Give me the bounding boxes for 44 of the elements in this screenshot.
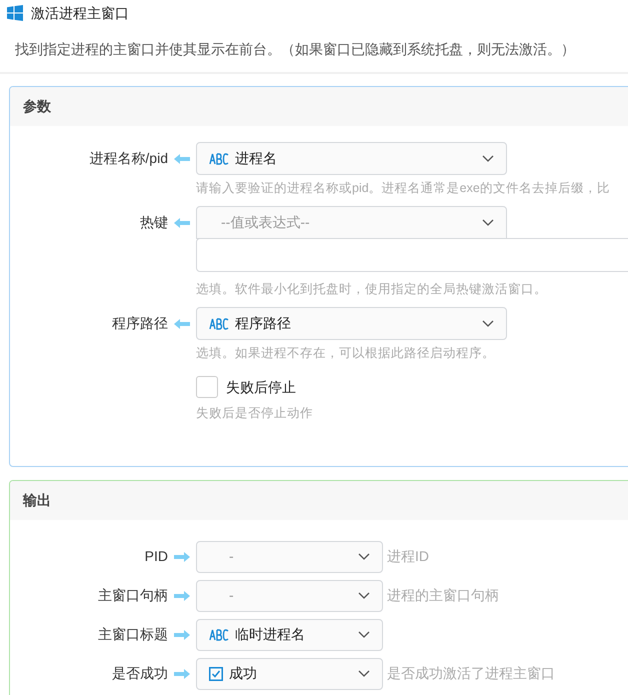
field-label: PID [144, 547, 168, 566]
value-dropdown[interactable]: 进程名 [196, 142, 507, 175]
hint-text: 选填。软件最小化到托盘时，使用指定的全局热键激活窗口。 [196, 282, 547, 296]
output-variable-dropdown[interactable]: 成功 [196, 658, 383, 690]
text-type-icon [209, 152, 229, 164]
chevron-down-icon [358, 552, 370, 560]
text-type-icon [209, 318, 229, 330]
arrow-icon [173, 628, 191, 640]
hint-text: 进程的主窗口句柄 [387, 586, 499, 605]
chevron-down-icon [358, 592, 370, 600]
field-label: 热键 [140, 213, 168, 232]
chevron-down-icon [482, 218, 494, 226]
section-title: 输出 [23, 491, 51, 510]
arrow-icon [173, 318, 191, 330]
expression-field[interactable] [196, 238, 628, 272]
checkbox-label[interactable]: 失败后停止 [226, 376, 296, 398]
hint-text: 失败后是否停止动作 [196, 406, 313, 420]
stop-checkbox[interactable] [196, 376, 218, 398]
chevron-down-icon [482, 154, 494, 162]
hint-text: 是否成功激活了进程主窗口 [387, 664, 555, 683]
window-title: 激活进程主窗口 [31, 4, 129, 22]
field-label: 进程名称/pid [89, 149, 168, 168]
hint-text: 选填。如果进程不存在，可以根据此路径启动程序。 [196, 346, 495, 360]
hint-text: 请输入要验证的进程名称或pid。进程名通常是exe的文件名去掉后缀，比 [196, 181, 610, 195]
description-text: 找到指定进程的主窗口并使其显示在前台。（如果窗口已隐藏到系统托盘，则无法激活。） [15, 40, 575, 58]
field-label: 是否成功 [112, 664, 168, 683]
arrow-icon [173, 590, 191, 602]
arrow-icon [173, 152, 191, 164]
value-dropdown[interactable]: 程序路径 [196, 307, 507, 340]
checkbox-checked-icon [209, 666, 223, 680]
field-label: 主窗口标题 [98, 625, 168, 644]
output-variable-dropdown[interactable]: 临时进程名 [196, 618, 383, 650]
arrow-icon [173, 550, 191, 562]
hint-text: 进程ID [387, 547, 429, 566]
chevron-down-icon [358, 630, 370, 638]
arrow-icon [173, 216, 191, 228]
chevron-down-icon [482, 320, 494, 328]
arrow-icon [173, 668, 191, 680]
section-title: 参数 [23, 97, 51, 116]
field-label: 主窗口句柄 [98, 586, 168, 605]
field-label: 程序路径 [112, 314, 168, 333]
text-type-icon [209, 628, 229, 640]
chevron-down-icon [358, 670, 370, 678]
windows-logo-icon [7, 5, 23, 21]
